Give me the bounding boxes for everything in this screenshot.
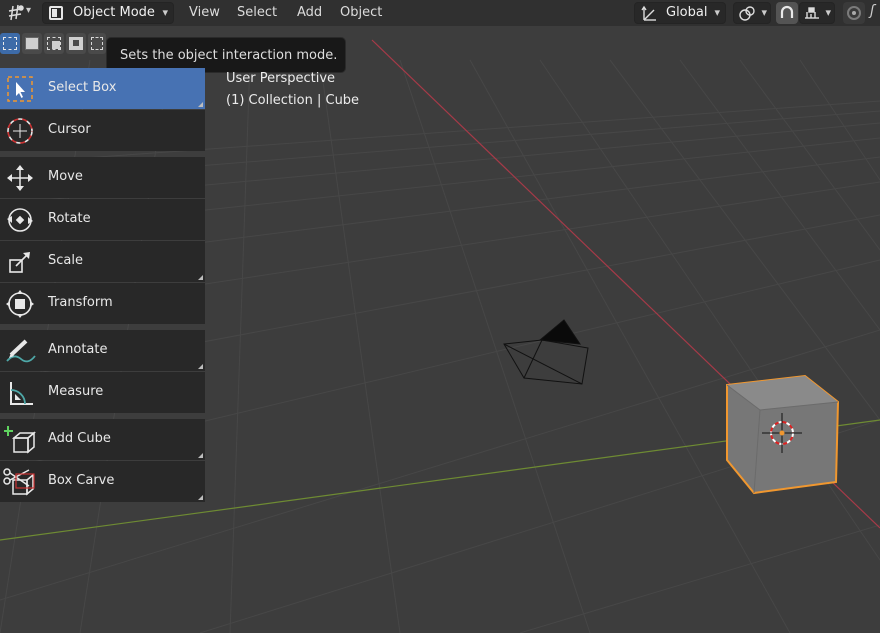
box-carve-icon xyxy=(0,461,40,502)
chevron-down-icon: ▾ xyxy=(825,6,831,19)
snap-toggle[interactable] xyxy=(776,2,798,24)
pivot-point-dropdown[interactable]: ▾ xyxy=(733,2,771,24)
tool-label: Box Carve xyxy=(48,473,115,488)
tool-options-corner xyxy=(198,364,203,369)
tool-options-corner xyxy=(198,102,203,107)
select-box-icon xyxy=(0,68,40,109)
viewport-header: ▾ Object Mode ▾ View Select Add Object G… xyxy=(0,0,880,26)
tool-measure[interactable]: Measure xyxy=(0,372,205,413)
tool-label: Cursor xyxy=(48,122,91,137)
menu-object[interactable]: Object xyxy=(340,4,382,22)
snap-target-dropdown[interactable]: ▾ xyxy=(799,2,835,24)
select-extend-icon xyxy=(25,37,39,50)
viewport-perspective-label: User Perspective xyxy=(226,71,336,86)
tool-label: Transform xyxy=(48,295,113,310)
transform-icon xyxy=(0,283,40,324)
object-mode-dropdown[interactable]: Object Mode ▾ xyxy=(42,2,174,24)
menu-select[interactable]: Select xyxy=(237,4,277,22)
scale-icon xyxy=(0,241,40,282)
rotate-icon xyxy=(0,199,40,240)
select-mode-invert[interactable] xyxy=(66,33,86,54)
object-mode-label: Object Mode xyxy=(73,5,155,20)
tool-annotate[interactable]: Annotate xyxy=(0,330,205,371)
annotate-icon xyxy=(0,330,40,371)
tool-options-corner xyxy=(198,275,203,280)
magnet-icon xyxy=(778,4,796,26)
menu-add[interactable]: Add xyxy=(297,4,322,22)
tool-label: Rotate xyxy=(48,211,91,226)
chevron-down-icon: ▾ xyxy=(26,5,32,16)
tool-label: Select Box xyxy=(48,80,117,95)
orientation-icon xyxy=(640,5,658,27)
transform-orientation-dropdown[interactable]: Global ▾ xyxy=(634,2,726,24)
proportional-edit-toggle[interactable] xyxy=(843,2,865,24)
select-invert-icon xyxy=(69,37,83,50)
tool-label: Annotate xyxy=(48,342,108,357)
move-icon xyxy=(0,157,40,198)
tool-label: Measure xyxy=(48,384,104,399)
cursor-icon xyxy=(0,110,40,151)
chevron-down-icon: ▾ xyxy=(714,6,720,19)
measure-icon xyxy=(0,372,40,413)
tool-label: Move xyxy=(48,169,83,184)
select-mode-extend[interactable] xyxy=(22,33,42,54)
tool-add-cube[interactable]: Add Cube xyxy=(0,419,205,460)
tool-move[interactable]: Move xyxy=(0,157,205,198)
add-cube-icon xyxy=(0,419,40,460)
select-new-icon xyxy=(3,37,17,50)
tool-label: Add Cube xyxy=(48,431,111,446)
snap-increment-icon xyxy=(803,6,821,26)
tool-select-box[interactable]: Select Box xyxy=(0,68,205,109)
tool-scale[interactable]: Scale xyxy=(0,241,205,282)
tool-rotate[interactable]: Rotate xyxy=(0,199,205,240)
tool-box-carve[interactable]: Box Carve xyxy=(0,461,205,502)
pivot-icon xyxy=(737,5,757,27)
tool-options-corner xyxy=(198,453,203,458)
tool-label: Scale xyxy=(48,253,83,268)
select-mode-intersect[interactable] xyxy=(88,33,106,54)
editor-type-icon xyxy=(6,3,26,27)
select-mode-subtract[interactable] xyxy=(44,33,64,54)
menu-view[interactable]: View xyxy=(189,4,220,22)
select-subtract-icon xyxy=(47,37,61,50)
object-mode-icon xyxy=(49,6,63,20)
chevron-down-icon: ▾ xyxy=(761,6,767,19)
chevron-down-icon: ▾ xyxy=(162,6,168,19)
select-intersect-icon xyxy=(91,37,103,50)
orientation-label: Global xyxy=(666,5,708,20)
viewport-collection-label: (1) Collection | Cube xyxy=(226,93,360,108)
editor-type-button[interactable]: ▾ xyxy=(4,2,36,24)
tool-cursor[interactable]: Cursor xyxy=(0,110,205,151)
tool-options-corner xyxy=(198,495,203,500)
select-mode-new[interactable] xyxy=(0,33,20,54)
tool-transform[interactable]: Transform xyxy=(0,283,205,324)
falloff-icon[interactable]: ʃ xyxy=(870,3,875,19)
proportional-edit-icon xyxy=(847,6,861,20)
